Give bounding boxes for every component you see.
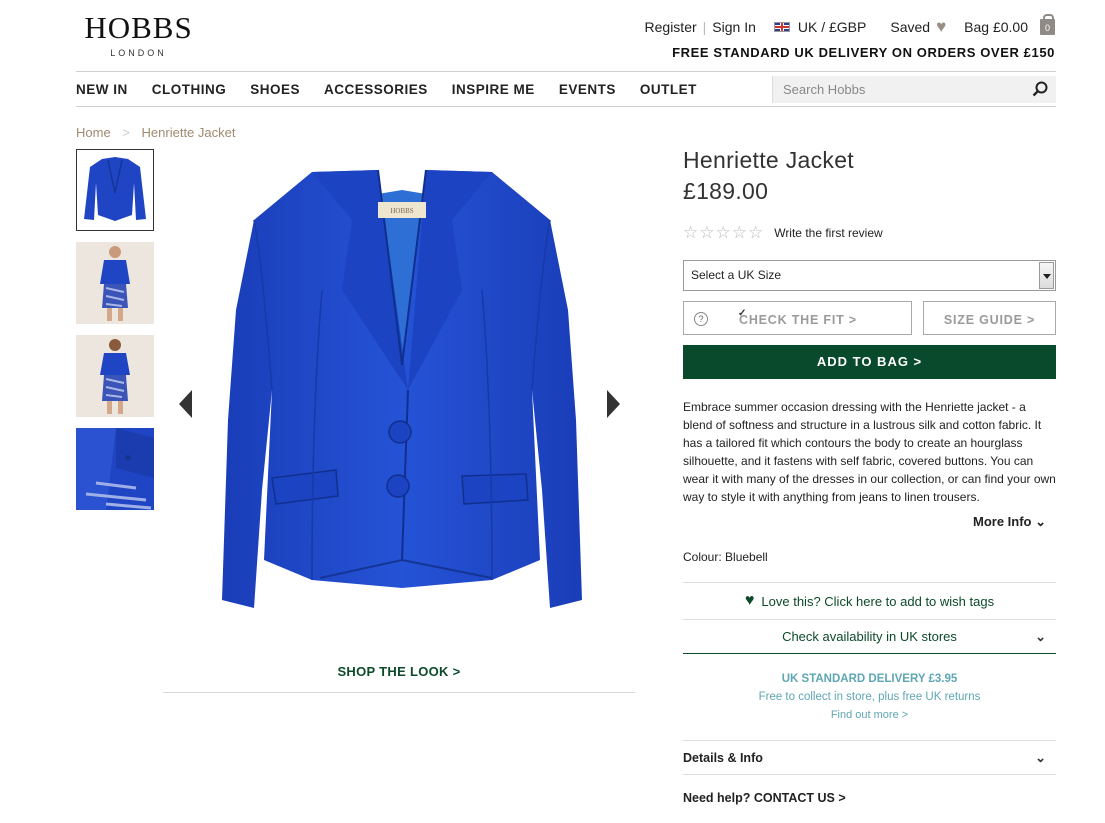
nav-item-events[interactable]: EVENTS xyxy=(559,82,616,97)
register-link[interactable]: Register xyxy=(645,19,697,35)
size-select[interactable]: Select a UK Size xyxy=(683,260,1056,291)
thumbnail-detail-image xyxy=(76,428,154,510)
nav-item-shoes[interactable]: SHOES xyxy=(250,82,300,97)
nav-item-outlet[interactable]: OUTLET xyxy=(640,82,697,97)
nav-item-clothing[interactable]: CLOTHING xyxy=(152,82,227,97)
size-select-value: Select a UK Size xyxy=(691,268,782,282)
details-info-toggle[interactable]: Details & Info ⌄ xyxy=(683,740,1056,775)
fit-row: ? ✓ CHECK THE FIT > SIZE GUIDE > xyxy=(683,301,1056,335)
saved-link[interactable]: Saved xyxy=(890,19,930,35)
product-price: £189.00 xyxy=(683,178,769,204)
check-fit-label: CHECK THE FIT > xyxy=(739,313,857,327)
link-divider: | xyxy=(702,19,707,35)
store-availability-label: Check availability in UK stores xyxy=(782,629,957,644)
star-rating-icons: ☆☆☆☆☆ xyxy=(683,223,765,242)
details-info-label: Details & Info xyxy=(683,751,763,765)
chevron-down-icon: ⌄ xyxy=(1031,514,1046,529)
nav-item-inspire-me[interactable]: INSPIRE ME xyxy=(452,82,535,97)
product-colour: Colour: Bluebell xyxy=(683,550,768,564)
store-availability-toggle[interactable]: Check availability in UK stores ⌄ xyxy=(683,619,1056,654)
write-review-link[interactable]: Write the first review xyxy=(774,226,882,240)
thumbnail-3[interactable] xyxy=(76,335,154,417)
logo-wordmark: HOBBS xyxy=(84,10,193,45)
currency-selector[interactable]: UK / £GBP xyxy=(798,19,866,35)
thumbnail-model-front-image xyxy=(76,242,154,324)
thumbnail-2[interactable] xyxy=(76,242,154,324)
delivery-cost: UK STANDARD DELIVERY £3.95 xyxy=(781,673,958,685)
chevron-down-icon: ⌄ xyxy=(1035,750,1046,765)
arrow-right-icon[interactable] xyxy=(607,390,620,418)
product-title: Henriette Jacket xyxy=(683,147,854,173)
breadcrumb-current: Henriette Jacket xyxy=(141,125,236,140)
breadcrumb: Home > Henriette Jacket xyxy=(76,125,235,140)
wish-tags-label: Love this? Click here to add to wish tag… xyxy=(761,593,995,609)
more-info-label: More Info xyxy=(972,514,1032,529)
account-links: Register | Sign In UK / £GBP Saved ♥ Bag… xyxy=(645,14,1055,37)
help-icon[interactable]: ? xyxy=(694,312,708,326)
breadcrumb-home[interactable]: Home xyxy=(76,125,111,140)
search-icon[interactable] xyxy=(1032,81,1048,97)
sign-in-link[interactable]: Sign In xyxy=(712,19,756,35)
logo-subtitle: LONDON xyxy=(110,48,167,58)
size-guide-button[interactable]: SIZE GUIDE > xyxy=(923,301,1056,335)
delivery-promo: FREE STANDARD UK DELIVERY ON ORDERS OVER… xyxy=(672,45,1055,60)
nav-item-new-in[interactable]: NEW IN xyxy=(76,82,128,97)
logo[interactable]: HOBBS LONDON xyxy=(76,12,201,58)
delivery-returns: Free to collect in store, plus free UK r… xyxy=(758,691,981,703)
contact-us-link[interactable]: Need help? CONTACT US > xyxy=(683,791,1056,805)
delivery-find-out-more-link[interactable]: Find out more > xyxy=(683,706,1056,724)
thumbnail-1[interactable] xyxy=(76,149,154,231)
search-input[interactable] xyxy=(773,76,1013,103)
wish-tags-link[interactable]: ♥ Love this? Click here to add to wish t… xyxy=(683,582,1056,619)
check-fit-button[interactable]: ? ✓ CHECK THE FIT > xyxy=(683,301,912,335)
more-info-toggle[interactable]: More Info ⌄ xyxy=(683,514,1056,530)
delivery-info: UK STANDARD DELIVERY £3.95 Free to colle… xyxy=(683,670,1056,724)
collar-label-text: HOBBS xyxy=(390,207,413,215)
shop-the-look-link[interactable]: SHOP THE LOOK > xyxy=(163,664,635,693)
thumbnail-jacket-image xyxy=(80,153,150,227)
thumbnail-model-back-image xyxy=(76,335,154,417)
main-nav: NEW IN CLOTHING SHOES ACCESSORIES INSPIR… xyxy=(76,71,1056,107)
add-to-bag-button[interactable]: ADD TO BAG > xyxy=(683,345,1056,379)
heart-icon[interactable]: ♥ xyxy=(936,17,946,37)
bag-icon[interactable]: 0 xyxy=(1040,14,1055,35)
thumbnail-4[interactable] xyxy=(76,428,154,510)
heart-icon: ♥ xyxy=(744,592,755,609)
search-box xyxy=(772,76,1056,103)
nav-item-accessories[interactable]: ACCESSORIES xyxy=(324,82,428,97)
bag-link[interactable]: Bag £0.00 xyxy=(964,19,1028,35)
thumbnail-list xyxy=(76,149,154,521)
main-product-image[interactable]: HOBBS xyxy=(172,160,632,640)
chevron-down-icon: ⌄ xyxy=(1035,629,1046,644)
chevron-down-icon[interactable] xyxy=(1039,262,1054,289)
breadcrumb-separator: > xyxy=(122,125,130,140)
product-info: Henriette Jacket £189.00 ☆☆☆☆☆ Write the… xyxy=(683,147,1056,805)
product-description: Embrace summer occasion dressing with th… xyxy=(683,400,1056,504)
review-row: ☆☆☆☆☆ Write the first review xyxy=(683,223,1056,243)
arrow-left-icon[interactable] xyxy=(179,390,192,418)
flag-icon xyxy=(773,22,790,32)
